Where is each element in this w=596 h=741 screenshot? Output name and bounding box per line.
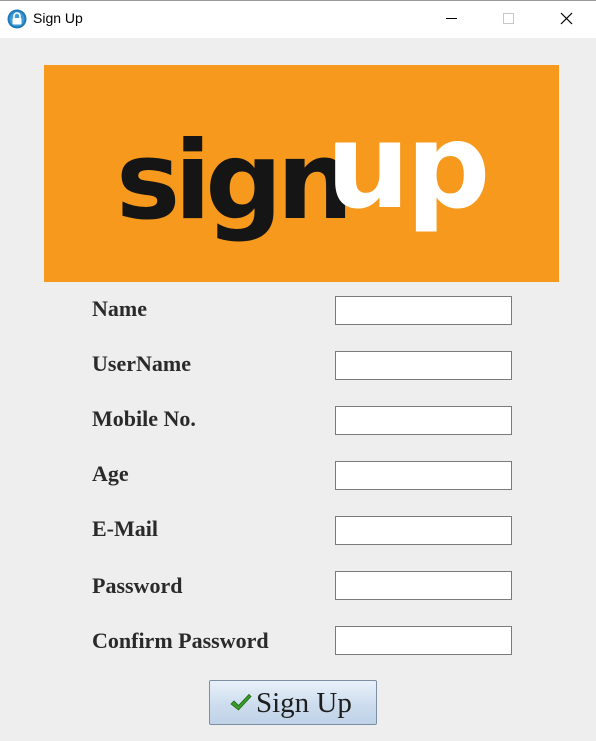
signup-banner: sign up (44, 65, 559, 282)
close-icon (560, 12, 573, 25)
maximize-icon (503, 13, 514, 24)
minimize-icon (446, 18, 457, 19)
email-label: E-Mail (92, 516, 158, 541)
confirm-password-field[interactable] (335, 626, 512, 655)
email-field[interactable] (335, 516, 512, 545)
title-bar: Sign Up (0, 0, 596, 38)
maximize-button[interactable] (481, 0, 539, 38)
name-field[interactable] (335, 296, 512, 325)
signup-logo: sign up (116, 97, 490, 244)
password-label: Password (92, 573, 183, 598)
minimize-button[interactable] (423, 0, 481, 38)
age-label: Age (92, 461, 129, 486)
checkmark-icon (230, 693, 252, 711)
username-field[interactable] (335, 351, 512, 380)
name-label: Name (92, 296, 147, 321)
logo-text-sign: sign (116, 119, 348, 244)
window-title: Sign Up (33, 10, 83, 26)
confirm-password-label: Confirm Password (92, 628, 269, 653)
sign-up-button-label: Sign Up (256, 687, 352, 719)
sign-up-button[interactable]: Sign Up (209, 680, 377, 725)
lock-icon (7, 9, 27, 29)
username-label: UserName (92, 351, 191, 376)
mobile-label: Mobile No. (92, 406, 196, 431)
mobile-field[interactable] (335, 406, 512, 435)
age-field[interactable] (335, 461, 512, 490)
password-field[interactable] (335, 571, 512, 600)
logo-text-up: up (326, 97, 486, 235)
close-button[interactable] (538, 0, 596, 38)
